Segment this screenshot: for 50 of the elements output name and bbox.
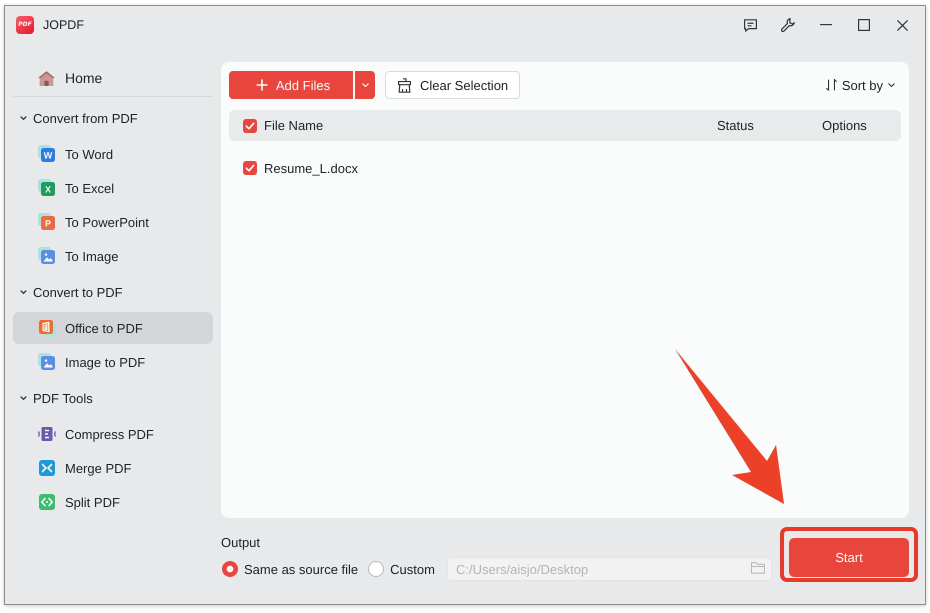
sidebar-item[interactable]: Compress PDF bbox=[13, 418, 213, 450]
caret-icon bbox=[888, 83, 895, 87]
radio-button[interactable] bbox=[222, 561, 238, 577]
compress-icon bbox=[38, 425, 56, 443]
office-icon bbox=[38, 319, 56, 337]
sidebar-item[interactable]: To Image bbox=[13, 240, 213, 272]
sidebar-item[interactable]: Split PDF bbox=[13, 486, 213, 518]
letter-tile-icon: W bbox=[38, 145, 56, 163]
sidebar-item[interactable]: P To PowerPoint bbox=[13, 206, 213, 238]
letter-tile-icon: P bbox=[38, 213, 56, 231]
merge-icon bbox=[38, 459, 56, 477]
section-header[interactable]: PDF Tools bbox=[13, 380, 213, 416]
chat-icon bbox=[744, 18, 756, 32]
split-icon bbox=[38, 493, 56, 511]
radio-label[interactable]: Same as source file bbox=[244, 562, 358, 576]
add-files-menu-button[interactable] bbox=[355, 71, 375, 99]
maximize-icon bbox=[858, 19, 870, 31]
radio-button[interactable] bbox=[368, 561, 384, 577]
picture-icon bbox=[38, 353, 56, 371]
column-header: Status bbox=[717, 118, 754, 133]
picture-icon bbox=[38, 247, 56, 265]
sidebar-item[interactable]: W To Word bbox=[13, 138, 213, 170]
minimize-icon bbox=[820, 24, 832, 26]
clear-selection-button[interactable]: Clear Selection bbox=[385, 71, 520, 99]
wrench-icon bbox=[781, 18, 795, 32]
sidebar-item[interactable]: Office to PDF bbox=[13, 312, 213, 344]
output-label: Output bbox=[221, 534, 260, 552]
sort-button[interactable]: Sort by bbox=[826, 73, 895, 97]
section-header[interactable]: Convert from PDF bbox=[13, 100, 213, 136]
file-name-cell: Resume_L.docx bbox=[264, 160, 358, 176]
caret-icon bbox=[362, 83, 368, 87]
section-header[interactable]: Convert to PDF bbox=[13, 274, 213, 310]
checkbox[interactable] bbox=[243, 161, 257, 175]
add-files-button[interactable]: Add Files bbox=[229, 71, 353, 99]
broom-icon bbox=[398, 78, 411, 92]
app-title: JOPDF bbox=[43, 18, 84, 32]
column-header: File Name bbox=[264, 118, 324, 133]
sidebar-item[interactable]: X To Excel bbox=[13, 172, 213, 204]
sidebar-item[interactable]: Merge PDF bbox=[13, 452, 213, 484]
sidebar-item[interactable]: Image to PDF bbox=[13, 346, 213, 378]
radio-label[interactable]: Custom bbox=[390, 562, 435, 576]
sidebar-item[interactable]: Home bbox=[13, 62, 213, 94]
house-icon bbox=[38, 70, 55, 86]
checkbox[interactable] bbox=[243, 118, 257, 132]
plus-icon bbox=[256, 79, 268, 91]
column-header: Options bbox=[822, 118, 867, 133]
start-button[interactable]: Start bbox=[789, 538, 909, 577]
sort-icon bbox=[826, 79, 837, 91]
close-icon bbox=[896, 20, 908, 30]
letter-tile-icon: X bbox=[38, 179, 56, 197]
